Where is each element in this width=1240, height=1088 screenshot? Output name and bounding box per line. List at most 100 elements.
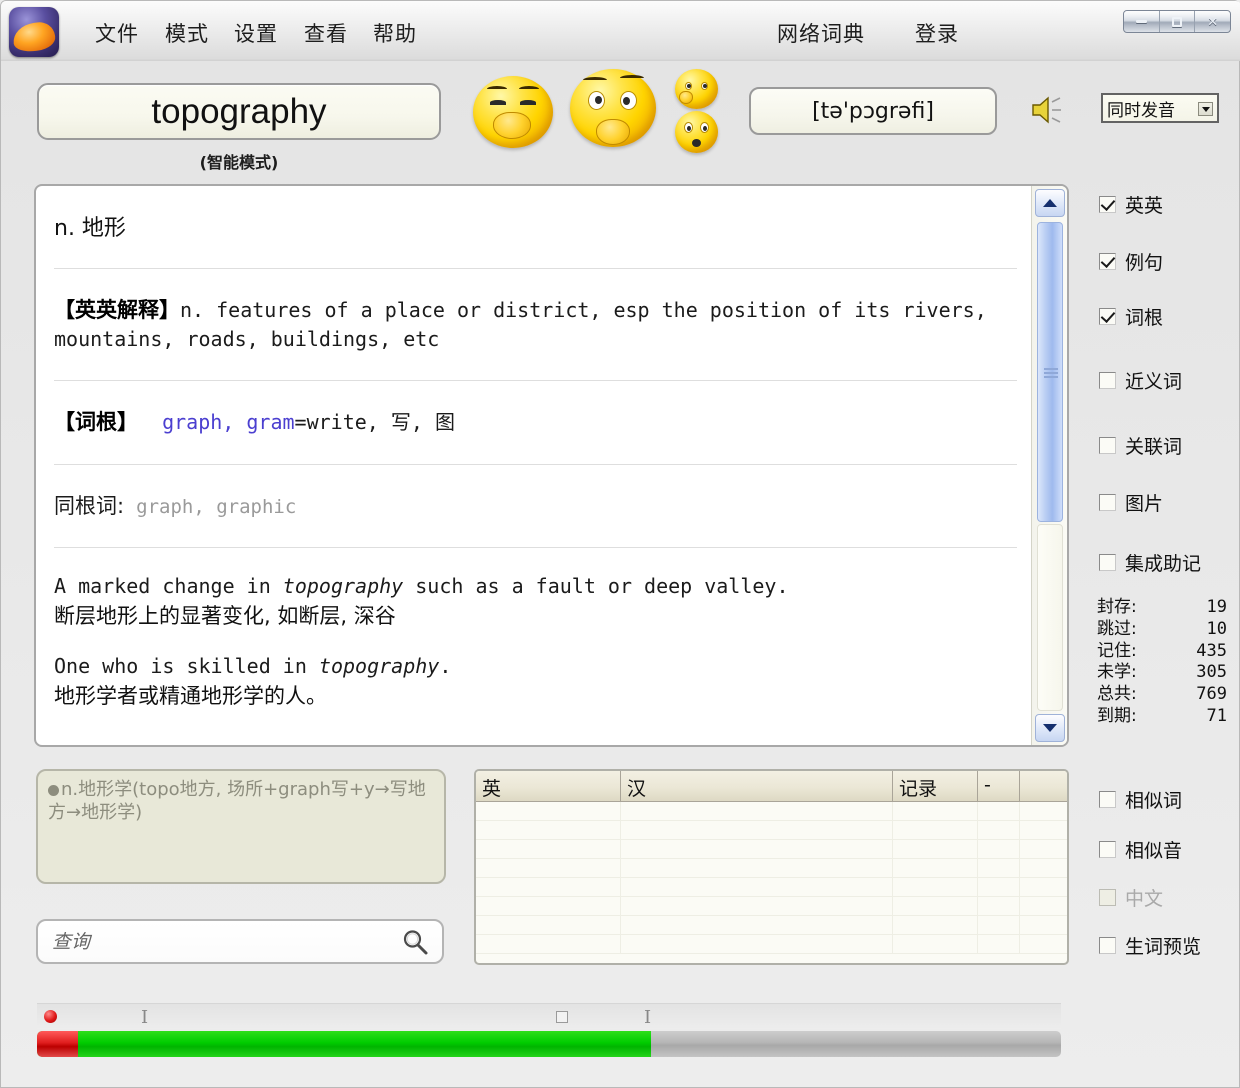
table-row[interactable] <box>476 897 1067 916</box>
sidebar-checkbox-english-english[interactable]: 英英 <box>1099 191 1163 218</box>
english-definition-label: 【英英解释】 <box>54 298 180 322</box>
scrollbar-track[interactable] <box>1037 524 1063 711</box>
example-2-english: One who is skilled in topography. <box>54 654 1017 678</box>
stat-label: 跳过: <box>1097 618 1137 639</box>
close-icon: ✕ <box>1207 13 1219 29</box>
table-row[interactable] <box>476 840 1067 859</box>
root-words[interactable]: graph, gram <box>162 410 294 434</box>
stat-label: 封存: <box>1097 597 1137 617</box>
table-row[interactable] <box>476 859 1067 878</box>
sidebar-checkbox-label: 关联词 <box>1125 436 1183 458</box>
table-row[interactable] <box>476 916 1067 935</box>
example-2-chinese: 地形学者或精通地形学的人。 <box>54 684 327 709</box>
checkbox-icon[interactable] <box>1099 437 1116 454</box>
table-header-english[interactable]: 英 <box>476 771 621 801</box>
sidebar-checkbox-similar-sounds[interactable]: 相似音 <box>1099 836 1182 863</box>
table-header-minus[interactable]: - <box>978 771 1020 801</box>
example-1-english: A marked change in topography such as a … <box>54 574 1017 598</box>
sidebar-checkbox-label: 近义词 <box>1125 371 1183 393</box>
stat-row: 未学: 305 <box>1097 662 1227 684</box>
menu-item-online-dictionary[interactable]: 网络词典 <box>773 16 869 50</box>
cognate-words[interactable]: graph, graphic <box>136 496 296 518</box>
pronounce-mode-value: 同时发音 <box>1107 100 1175 121</box>
smiley-small-wave-icon[interactable] <box>675 69 718 109</box>
smiley-giggle-icon[interactable] <box>473 76 553 148</box>
definition-line: n. 地形 <box>54 216 126 241</box>
smiley-thinking-icon[interactable] <box>570 69 656 147</box>
checkbox-icon[interactable] <box>1099 937 1116 954</box>
sidebar-checkbox-related[interactable]: 关联词 <box>1099 432 1182 459</box>
sidebar-checkbox-similar-words[interactable]: 相似词 <box>1099 786 1182 813</box>
current-word-box[interactable]: topography <box>37 83 441 140</box>
stat-row: 跳过: 10 <box>1097 619 1227 641</box>
checkbox-icon[interactable] <box>1099 841 1116 858</box>
checkbox-icon[interactable] <box>1099 196 1116 213</box>
pronounce-mode-select[interactable]: 同时发音 <box>1101 93 1219 123</box>
maximize-button[interactable] <box>1159 11 1196 32</box>
search-box[interactable] <box>36 919 444 964</box>
stat-label: 记住: <box>1097 640 1137 661</box>
phonetic-box[interactable]: [tə'pɔgrəfi] <box>749 87 997 135</box>
scrollbar-thumb[interactable] <box>1037 222 1063 522</box>
scroll-up-icon[interactable] <box>1035 189 1065 217</box>
table-header-record[interactable]: 记录 <box>893 771 978 801</box>
search-icon[interactable] <box>400 927 430 957</box>
sidebar-checkbox-synonyms[interactable]: 近义词 <box>1099 367 1182 394</box>
menu-item-file[interactable]: 文件 <box>91 16 143 50</box>
sidebar-checkbox-integrated-mnemonic[interactable]: 集成助记 <box>1099 549 1201 576</box>
menu-item-mode[interactable]: 模式 <box>161 16 213 50</box>
close-button[interactable]: ✕ <box>1195 11 1230 32</box>
definition-content: n. 地形 【英英解释】n. features of a place or di… <box>36 186 1031 745</box>
speaker-icon[interactable] <box>1029 93 1065 127</box>
application-window: 文件 模式 设置 查看 帮助 网络词典 登录 ✕ topography (智能模… <box>0 0 1240 1088</box>
sidebar-checkbox-new-word-preview[interactable]: 生词预览 <box>1099 932 1201 959</box>
menu-item-help[interactable]: 帮助 <box>369 16 421 50</box>
search-input[interactable] <box>50 929 400 954</box>
table-header-chinese[interactable]: 汉 <box>621 771 893 801</box>
word-list-table[interactable]: 英 汉 记录 - <box>474 769 1069 965</box>
minimize-button[interactable] <box>1124 11 1160 32</box>
checkbox-icon[interactable] <box>1099 253 1116 270</box>
stat-value: 435 <box>1196 640 1227 661</box>
mode-label: (智能模式) <box>199 153 279 172</box>
progress-bar[interactable] <box>37 1031 1061 1057</box>
table-row[interactable] <box>476 821 1067 840</box>
checkbox-icon[interactable] <box>1099 372 1116 389</box>
checkbox-icon[interactable] <box>1099 791 1116 808</box>
chevron-down-icon[interactable] <box>1198 102 1213 116</box>
sidebar-checkbox-label: 图片 <box>1125 493 1164 515</box>
mnemonic-text-wrap: n.地形学(topo地方, 场所+graph写+y→写地方→地形学) <box>48 779 434 824</box>
cognate-label: 同根词: <box>54 493 125 518</box>
checkbox-icon[interactable] <box>1099 494 1116 511</box>
progress-bar-fill <box>37 1031 652 1057</box>
example-1-chinese: 断层地形上的显著变化, 如断层, 深谷 <box>54 604 396 629</box>
minimize-icon <box>1135 20 1147 23</box>
mnemonic-text: n.地形学(topo地方, 场所+graph写+y→写地方→地形学) <box>48 779 426 823</box>
menu-item-login[interactable]: 登录 <box>911 16 963 50</box>
checkbox-icon <box>1099 889 1116 906</box>
table-body[interactable] <box>476 802 1067 954</box>
content-scrollbar[interactable] <box>1031 186 1067 745</box>
stat-value: 71 <box>1206 705 1227 726</box>
menu-item-settings[interactable]: 设置 <box>230 16 282 50</box>
table-row[interactable] <box>476 878 1067 897</box>
current-word-text: topography <box>151 91 327 131</box>
table-header-extra[interactable] <box>1020 771 1067 801</box>
sidebar-checkbox-examples[interactable]: 例句 <box>1099 248 1163 275</box>
smiley-small-shocked-icon[interactable] <box>675 111 718 153</box>
sidebar-checkbox-images[interactable]: 图片 <box>1099 489 1163 516</box>
table-row[interactable] <box>476 935 1067 954</box>
checkbox-icon[interactable] <box>1099 308 1116 325</box>
sidebar-checkbox-root[interactable]: 词根 <box>1099 303 1163 330</box>
example-2-keyword: topography <box>318 654 440 679</box>
example-1-keyword: topography <box>282 574 404 599</box>
mnemonic-box[interactable]: n.地形学(topo地方, 场所+graph写+y→写地方→地形学) <box>36 769 446 884</box>
title-menu-bar: 文件 模式 设置 查看 帮助 网络词典 登录 ✕ <box>1 1 1240 61</box>
table-row[interactable] <box>476 802 1067 821</box>
progress-marker-track[interactable]: I I <box>37 1003 1061 1029</box>
english-definition-text: n. features of a place or district, esp … <box>54 298 987 352</box>
scroll-down-icon[interactable] <box>1035 714 1065 742</box>
menu-item-view[interactable]: 查看 <box>300 16 352 50</box>
window-controls: ✕ <box>1123 10 1231 33</box>
checkbox-icon[interactable] <box>1099 554 1116 571</box>
